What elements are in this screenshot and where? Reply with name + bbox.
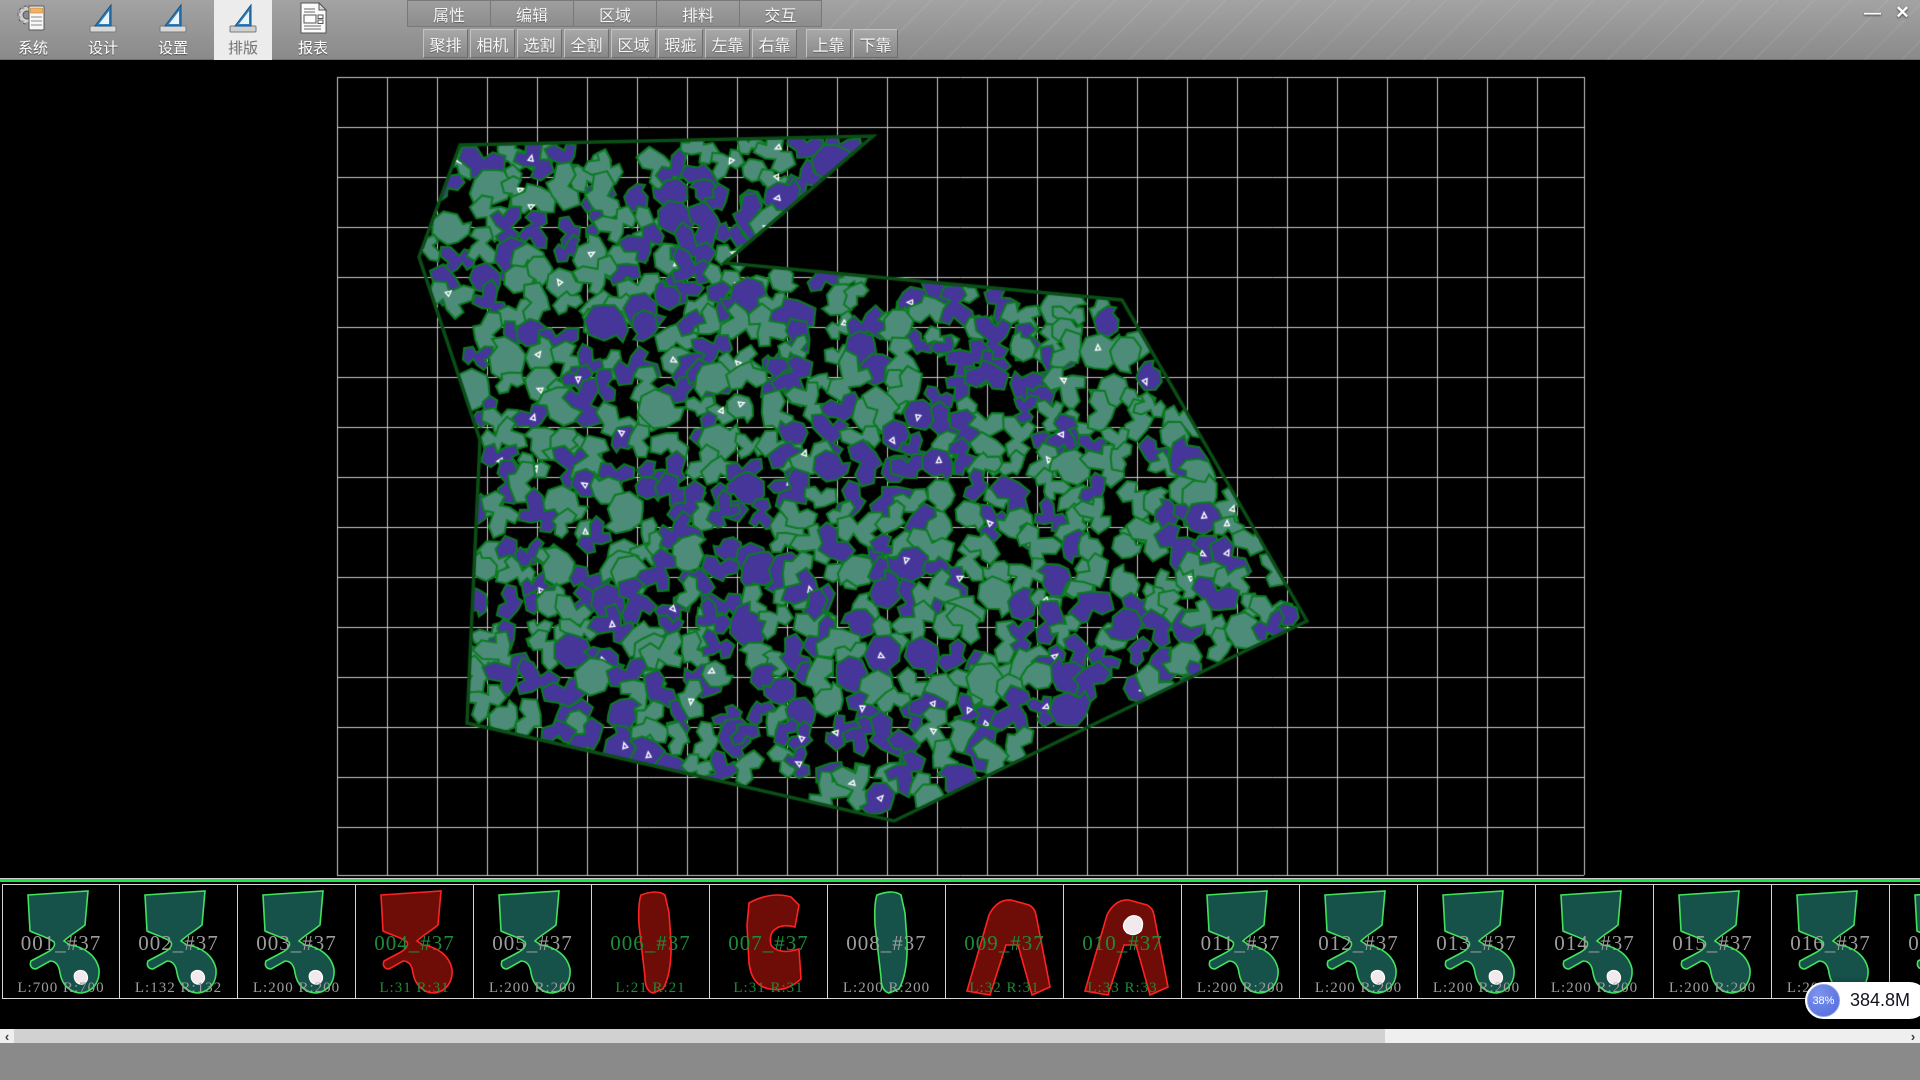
piece-id-label: 004_#37 bbox=[356, 931, 473, 956]
piece-lr-count-label: L:21 R:21 bbox=[592, 980, 709, 997]
nav-tab-3[interactable]: 设置 bbox=[144, 0, 202, 60]
nav-tab-2[interactable]: 设计 bbox=[74, 0, 132, 60]
thumbnail-piece-010[interactable]: 010_#37 L:33 R:33 bbox=[1064, 884, 1182, 999]
piece-id-label: 014_#37 bbox=[1536, 931, 1653, 956]
thumbnail-piece-013[interactable]: 013_#37 L:200 R:200 bbox=[1418, 884, 1536, 999]
thumbnail-piece-012[interactable]: 012_#37 L:200 R:200 bbox=[1300, 884, 1418, 999]
nav-tab-bar: 系统 设计 设置 排版 报表 bbox=[4, 0, 342, 60]
piece-lr-count-label: L:32 R:31 bbox=[946, 980, 1063, 997]
memory-size-label: 384.8M bbox=[1850, 990, 1910, 1011]
status-bar bbox=[0, 1043, 1920, 1080]
piece-id-label: 017_#37 bbox=[1890, 931, 1920, 956]
thumbnail-piece-003[interactable]: 003_#37 L:200 R:200 bbox=[238, 884, 356, 999]
horizontal-scrollbar[interactable]: ‹ › bbox=[0, 1029, 1920, 1043]
piece-id-label: 015_#37 bbox=[1654, 931, 1771, 956]
thumbnail-piece-007[interactable]: 007_#37 L:31 R:31 bbox=[710, 884, 828, 999]
memory-badge[interactable]: 38% 384.8M bbox=[1805, 982, 1920, 1019]
thumbnail-list: 001_#37L:700 R:700002_#37L:132 R:132003_… bbox=[0, 884, 1920, 999]
minimize-button[interactable]: — bbox=[1859, 2, 1886, 23]
close-button[interactable]: ✕ bbox=[1889, 2, 1916, 23]
settings-ruler-icon bbox=[155, 0, 191, 36]
scroll-left-button[interactable]: ‹ bbox=[0, 1029, 14, 1043]
thumbnail-piece-009[interactable]: 009_#37 L:32 R:31 bbox=[946, 884, 1064, 999]
piece-lr-count-label: L:200 R:200 bbox=[1536, 980, 1653, 997]
menu-item-1[interactable]: 属性 bbox=[407, 0, 490, 27]
nesting-canvas[interactable] bbox=[0, 60, 1920, 878]
piece-lr-count-label: L:31 R:31 bbox=[710, 980, 827, 997]
thumbnail-piece-004[interactable]: 004_#37 L:31 R:31 bbox=[356, 884, 474, 999]
piece-id-label: 002_#37 bbox=[120, 931, 237, 956]
piece-lr-count-label: L:200 R:200 bbox=[1418, 980, 1535, 997]
strip-green-line bbox=[0, 879, 1920, 882]
piece-id-label: 016_#37 bbox=[1772, 931, 1889, 956]
piece-lr-count-label: L:33 R:33 bbox=[1064, 980, 1181, 997]
piece-id-label: 006_#37 bbox=[592, 931, 709, 956]
piece-id-label: 012_#37 bbox=[1300, 931, 1417, 956]
nesting-app-window: 系统设计设置排版报表 属性编辑区域排料交互 聚排相机选割全割区域瑕疵左靠右靠上靠… bbox=[0, 0, 1920, 1080]
piece-id-label: 005_#37 bbox=[474, 931, 591, 956]
tool-button-2[interactable]: 相机 bbox=[470, 29, 515, 58]
nav-tab-4[interactable]: 排版 bbox=[214, 0, 272, 60]
thumbnail-piece-011[interactable]: 011_#37 L:200 R:200 bbox=[1182, 884, 1300, 999]
piece-lr-count-label: L:132 R:132 bbox=[120, 980, 237, 997]
piece-thumbnail-strip: 001_#37L:700 R:700002_#37L:132 R:132003_… bbox=[0, 878, 1920, 1029]
tool-button-bar: 聚排相机选割全割区域瑕疵左靠右靠上靠下靠 bbox=[423, 29, 898, 58]
piece-lr-count-label: L:200 R:200 bbox=[828, 980, 945, 997]
piece-id-label: 001_#37 bbox=[3, 931, 119, 956]
design-ruler-icon bbox=[85, 0, 121, 36]
thumbnail-piece-014[interactable]: 014_#37 L:200 R:200 bbox=[1536, 884, 1654, 999]
main-toolbar: 系统设计设置排版报表 属性编辑区域排料交互 聚排相机选割全割区域瑕疵左靠右靠上靠… bbox=[0, 0, 1920, 60]
menu-item-3[interactable]: 区域 bbox=[573, 0, 656, 27]
tool-button-3[interactable]: 选割 bbox=[517, 29, 562, 58]
tool-button-5[interactable]: 区域 bbox=[611, 29, 656, 58]
thumbnail-piece-006[interactable]: 006_#37 L:21 R:21 bbox=[592, 884, 710, 999]
piece-id-label: 013_#37 bbox=[1418, 931, 1535, 956]
piece-id-label: 007_#37 bbox=[710, 931, 827, 956]
thumbnail-piece-002[interactable]: 002_#37 L:132 R:132 bbox=[120, 884, 238, 999]
scrollbar-thumb[interactable] bbox=[14, 1029, 1385, 1043]
piece-id-label: 008_#37 bbox=[828, 931, 945, 956]
piece-lr-count-label: L:200 R:200 bbox=[1654, 980, 1771, 997]
tool-button-8[interactable]: 右靠 bbox=[752, 29, 797, 58]
thumbnail-piece-001[interactable]: 001_#37 L:700 R:700 bbox=[2, 884, 120, 999]
nav-tab-label: 系统 bbox=[18, 37, 48, 58]
nav-tab-1[interactable]: 系统 bbox=[4, 0, 62, 60]
tool-button-10[interactable]: 下靠 bbox=[853, 29, 898, 58]
system-gear-icon bbox=[15, 0, 51, 36]
menu-bar: 属性编辑区域排料交互 bbox=[407, 0, 822, 27]
memory-percent-indicator: 38% bbox=[1807, 984, 1840, 1017]
nav-tab-label: 排版 bbox=[228, 37, 258, 58]
thumbnail-piece-015[interactable]: 015_#37 L:200 R:200 bbox=[1654, 884, 1772, 999]
piece-id-label: 011_#37 bbox=[1182, 931, 1299, 956]
thumbnail-piece-005[interactable]: 005_#37 L:200 R:200 bbox=[474, 884, 592, 999]
menu-item-4[interactable]: 排料 bbox=[656, 0, 739, 27]
piece-lr-count-label: L:200 R:200 bbox=[1182, 980, 1299, 997]
tool-button-9[interactable]: 上靠 bbox=[806, 29, 851, 58]
nesting-ruler-icon bbox=[225, 0, 261, 36]
nav-tab-label: 设置 bbox=[158, 37, 188, 58]
nav-tab-label: 设计 bbox=[88, 37, 118, 58]
piece-lr-count-label: L:200 R:200 bbox=[1300, 980, 1417, 997]
menu-item-5[interactable]: 交互 bbox=[739, 0, 822, 27]
menu-item-2[interactable]: 编辑 bbox=[490, 0, 573, 27]
window-controls: — ✕ bbox=[1859, 2, 1916, 23]
piece-id-label: 010_#37 bbox=[1064, 931, 1181, 956]
nav-tab-label: 报表 bbox=[298, 37, 328, 58]
piece-lr-count-label: L:200 R:200 bbox=[474, 980, 591, 997]
report-doc-icon bbox=[295, 0, 331, 36]
piece-lr-count-label: L:31 R:31 bbox=[356, 980, 473, 997]
piece-id-label: 003_#37 bbox=[238, 931, 355, 956]
tool-button-6[interactable]: 瑕疵 bbox=[658, 29, 703, 58]
tool-button-7[interactable]: 左靠 bbox=[705, 29, 750, 58]
scroll-right-button[interactable]: › bbox=[1906, 1029, 1920, 1043]
piece-lr-count-label: L:700 R:700 bbox=[3, 980, 119, 997]
piece-lr-count-label: L:200 R:200 bbox=[238, 980, 355, 997]
tool-button-1[interactable]: 聚排 bbox=[423, 29, 468, 58]
nav-tab-5[interactable]: 报表 bbox=[284, 0, 342, 60]
piece-id-label: 009_#37 bbox=[946, 931, 1063, 956]
tool-button-4[interactable]: 全割 bbox=[564, 29, 609, 58]
thumbnail-piece-008[interactable]: 008_#37 L:200 R:200 bbox=[828, 884, 946, 999]
